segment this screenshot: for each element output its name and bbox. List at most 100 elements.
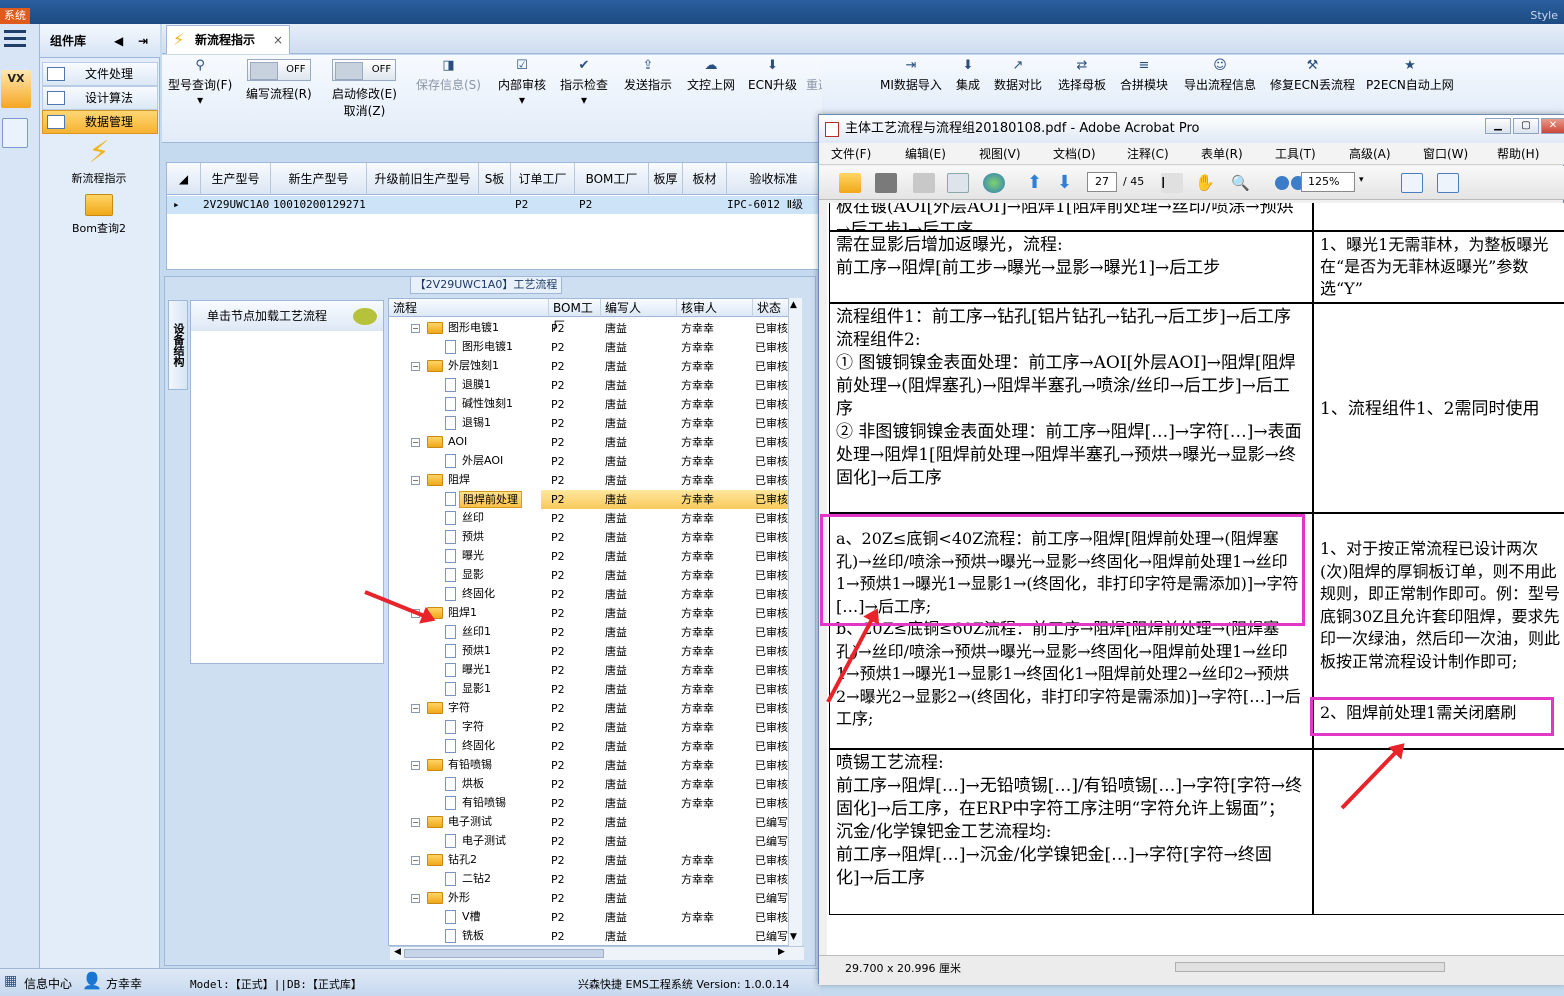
close-icon[interactable]: × — [273, 26, 283, 54]
menu-item[interactable]: 窗口(W) — [1423, 143, 1468, 165]
tree-col-header[interactable]: 流程 — [389, 299, 549, 317]
tree-node-label[interactable]: 外层AOI — [459, 453, 506, 470]
grid-col-header[interactable]: 验收标准 — [727, 163, 821, 195]
sidebar-item-data-management[interactable]: 数据管理 — [42, 110, 158, 134]
scroll-down-icon[interactable]: ▼ — [790, 932, 797, 942]
fit-width-icon[interactable] — [1401, 173, 1423, 193]
tree-vertical-scrollbar[interactable]: ▲ ▼ — [788, 298, 802, 946]
scroll-thumb[interactable] — [404, 949, 604, 958]
scroll-left-icon[interactable]: ◀ — [394, 947, 401, 957]
repair-ecn-button[interactable]: ⚒ 修复ECN丢流程 — [1270, 59, 1355, 93]
tree-node-label[interactable]: 碱性蚀刻1 — [459, 396, 516, 413]
tree-node-label[interactable]: 字符 — [445, 700, 473, 717]
tree-group-row[interactable]: − 字符 P2 唐益 方幸幸 已审核 — [389, 699, 801, 718]
tree-group-row[interactable]: −阻焊1P2唐益方幸幸已审核 — [389, 604, 801, 623]
start-modify-toggle[interactable]: OFF 启动修改(E) 取消(Z) — [332, 59, 397, 119]
grid-col-header[interactable]: 板材 — [683, 163, 727, 195]
scroll-up-icon[interactable]: ▲ — [790, 300, 797, 310]
tree-node-label[interactable]: 曝光1 — [459, 662, 494, 679]
tools-icon[interactable] — [2, 118, 28, 148]
select-cursor-icon[interactable]: I — [1161, 173, 1183, 193]
open-folder-icon[interactable] — [839, 173, 861, 193]
tree-leaf-row[interactable]: 终固化 P2 唐益 方幸幸 已审核 — [389, 585, 801, 604]
tree-group-row[interactable]: − 电子测试 P2 唐益 已编写 — [389, 813, 801, 832]
menu-item[interactable]: 帮助(H) — [1497, 143, 1539, 165]
tree-node-label[interactable]: 预烘 — [459, 529, 487, 546]
tree-leaf-row[interactable]: 预烘1 P2 唐益 方幸幸 已审核 — [389, 642, 801, 661]
export-process-button[interactable]: ☺ 导出流程信息 — [1184, 59, 1256, 93]
tree-node-label[interactable]: 图形电镀1 — [459, 339, 516, 356]
tree-leaf-row[interactable]: 显影1 P2 唐益 方幸幸 已审核 — [389, 680, 801, 699]
tree-leaf-row[interactable]: 丝印1 P2 唐益 方幸幸 已审核 — [389, 623, 801, 642]
tree-group-row[interactable]: − 图形电镀1 P2 唐益 方幸幸 已审核 — [389, 319, 801, 338]
tree-group-row[interactable]: − 有铅喷锡 P2 唐益 方幸幸 已审核 — [389, 756, 801, 775]
pin-icon[interactable]: ⇥ — [138, 24, 148, 58]
scroll-right-icon[interactable]: ▶ — [778, 947, 785, 957]
bom-query-tool[interactable]: Bom查询2 — [40, 194, 158, 236]
minimize-icon[interactable]: ▁ — [1485, 118, 1511, 134]
chevron-down-icon[interactable]: ▾ — [1359, 175, 1364, 185]
tree-leaf-row[interactable]: 曝光 P2 唐益 方幸幸 已审核 — [389, 547, 801, 566]
globe-icon[interactable] — [983, 173, 1005, 193]
send-instruction-button[interactable]: ⇪ 发送指示 — [624, 59, 672, 93]
grid-col-header[interactable]: S板 — [479, 163, 511, 195]
tree-node-label[interactable]: 显影1 — [459, 681, 494, 698]
system-menu-button[interactable]: 系统 — [0, 8, 30, 24]
tree-leaf-row[interactable]: 显影 P2 唐益 方幸幸 已审核 — [389, 566, 801, 585]
email-icon[interactable] — [947, 173, 969, 193]
table-row[interactable]: ▸ 2V29UWC1A0 10010200129271 P2 P2 IPC-60… — [167, 196, 821, 214]
tree-node-label[interactable]: 退锡1 — [459, 415, 494, 432]
tree-node-label[interactable]: 烘板 — [459, 776, 487, 793]
style-label[interactable]: Style — [1530, 9, 1558, 22]
save-info-button[interactable]: ◨ 保存信息(S) — [416, 59, 481, 93]
info-center-link[interactable]: 信息中心 — [24, 975, 72, 992]
tree-node-label[interactable]: 外形 — [445, 890, 473, 907]
integrate-button[interactable]: ⬇ 集成 — [956, 59, 980, 93]
internal-review-button[interactable]: ☑ 内部审核 ▾ — [498, 59, 546, 108]
collapse-toggle-icon[interactable]: − — [411, 818, 420, 827]
tree-node-label[interactable]: 字符 — [459, 719, 487, 736]
tree-node-label[interactable]: 阻焊 — [445, 472, 473, 489]
off-toggle[interactable]: OFF — [332, 59, 397, 81]
tree-group-row[interactable]: − AOI P2 唐益 方幸幸 已审核 — [389, 433, 801, 452]
tree-node-label[interactable]: 丝印 — [459, 510, 487, 527]
tree-leaf-row[interactable]: 退锡1 P2 唐益 方幸幸 已审核 — [389, 414, 801, 433]
tree-leaf-row[interactable]: 曝光1 P2 唐益 方幸幸 已审核 — [389, 661, 801, 680]
collapse-toggle-icon[interactable]: − — [411, 704, 420, 713]
menu-item[interactable]: 表单(R) — [1201, 143, 1243, 165]
tree-leaf-row[interactable]: 字符 P2 唐益 方幸幸 已审核 — [389, 718, 801, 737]
chat-bubble-icon[interactable] — [353, 308, 377, 325]
cancel-button[interactable]: 取消(Z) — [332, 102, 397, 119]
document-control-online-button[interactable]: ☁ 文控上网 — [687, 59, 735, 93]
sidebar-item-design-algorithm[interactable]: 设计算法 — [42, 86, 158, 110]
collapse-toggle-icon[interactable]: − — [411, 856, 420, 865]
data-compare-button[interactable]: ↗ 数据对比 — [994, 59, 1042, 93]
tree-leaf-row[interactable]: 电子测试 P2 唐益 已编写 — [389, 832, 801, 851]
grid-col-header[interactable]: 升级前旧生产型号 — [367, 163, 479, 195]
tree-leaf-row[interactable]: 终固化 P2 唐益 方幸幸 已审核 — [389, 737, 801, 756]
tree-horizontal-scrollbar[interactable]: ◀ ▶ — [390, 946, 804, 960]
tree-group-row[interactable]: − 外层蚀刻1 P2 唐益 方幸幸 已审核 — [389, 357, 801, 376]
tree-node-label[interactable]: 二钻2 — [459, 871, 494, 888]
tree-node-label[interactable]: 丝印1 — [459, 624, 494, 641]
collapse-toggle-icon[interactable]: − — [411, 438, 420, 447]
tree-node-label[interactable]: 阻焊1 — [445, 605, 480, 622]
collapse-toggle-icon[interactable]: − — [411, 761, 420, 770]
tree-node-label[interactable]: 阻焊前处理 — [459, 491, 522, 508]
print-icon[interactable] — [875, 173, 897, 193]
grid-col-header[interactable]: BOM工厂 — [575, 163, 649, 195]
grid-col-header[interactable]: 新生产型号 — [271, 163, 367, 195]
grid-col-header[interactable]: 板厚 — [649, 163, 683, 195]
tree-node-label[interactable]: 退膜1 — [459, 377, 494, 394]
grid-col-header[interactable]: 订单工厂 — [511, 163, 575, 195]
chevron-left-icon[interactable]: ◀ — [114, 24, 123, 58]
p2ecn-auto-online-button[interactable]: ★ P2ECN自动上网 — [1366, 59, 1454, 93]
zoom-out-icon[interactable] — [1275, 176, 1289, 190]
tree-group-row[interactable]: − 阻焊 P2 唐益 方幸幸 已审核 — [389, 471, 801, 490]
tree-col-header[interactable]: 核审人 — [677, 299, 753, 317]
zoom-tool-icon[interactable]: 🔍 — [1231, 173, 1253, 193]
grid-corner[interactable]: ◢ — [167, 163, 201, 195]
menu-item[interactable]: 高级(A) — [1349, 143, 1391, 165]
tree-col-header[interactable]: 编写人 — [601, 299, 677, 317]
write-process-toggle[interactable]: OFF 编写流程(R) — [246, 59, 312, 102]
